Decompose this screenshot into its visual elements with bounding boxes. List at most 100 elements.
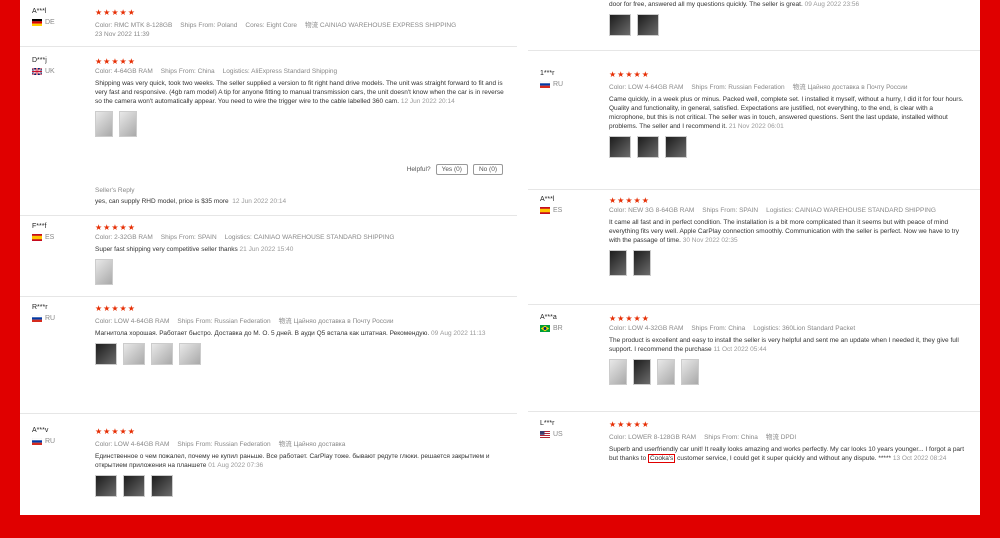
review-photos (95, 111, 505, 137)
star-rating: ★★★★★ (609, 70, 650, 79)
flag-es-icon (540, 207, 550, 214)
reviewer-name: A***l (540, 196, 555, 203)
reviews-panel: A***l DE ★★★★★ Color: RMC MTK 8-128GB Shi… (20, 0, 980, 515)
review-photos (95, 343, 505, 365)
review-meta: Color: LOW 4-64GB RAM Ships From: Russian… (95, 318, 394, 325)
reviewer-name: D***j (32, 57, 47, 64)
star-rating: ★★★★★ (95, 304, 136, 313)
seller-reply: Seller's Reply yes, can supply RHD model… (95, 187, 287, 205)
review-photo[interactable] (609, 14, 631, 36)
star-rating: ★★★★★ (95, 8, 136, 17)
review-text: Shipping was very quick, took two weeks.… (95, 80, 504, 105)
review-photo[interactable] (151, 343, 173, 365)
helpful-yes-button[interactable]: Yes (0) (435, 164, 468, 175)
review-photo[interactable] (95, 111, 113, 137)
flag-ru-icon (32, 315, 42, 322)
reviewer-country: ES (45, 234, 55, 241)
reviewer-country: ES (553, 207, 563, 214)
review-photo[interactable] (609, 359, 627, 385)
star-rating: ★★★★★ (95, 57, 136, 66)
review-photo[interactable] (633, 250, 651, 276)
review-photo[interactable] (95, 343, 117, 365)
review-item: R***r RU ★★★★★ Color: LOW 4-64GB RAM Ship… (20, 297, 517, 414)
review-photo[interactable] (95, 259, 113, 285)
review-photo[interactable] (95, 475, 117, 497)
review-item: F***f ES ★★★★★ Color: 2-32GB RAM Ships Fr… (20, 216, 517, 297)
review-item: A***v RU ★★★★★ Color: LOW 4-64GB RAM Ship… (20, 414, 517, 515)
star-rating: ★★★★★ (609, 196, 650, 205)
helpful-no-button[interactable]: No (0) (472, 164, 503, 175)
review-text: Superb and userfriendly car unit! It rea… (609, 446, 965, 463)
reviewer-country: RU (45, 438, 56, 445)
flag-ru-icon (540, 81, 550, 88)
review-photos (609, 250, 968, 276)
reviewer-country: DE (45, 19, 55, 26)
review-meta: Color: LOWER 8-128GB RAM Ships From: Chin… (609, 434, 797, 441)
review-text: It came all fast and in perfect conditio… (609, 219, 959, 244)
review-photo[interactable] (609, 136, 631, 158)
review-item: A***l DE ★★★★★ Color: RMC MTK 8-128GB Shi… (20, 0, 517, 47)
star-rating: ★★★★★ (95, 223, 136, 232)
review-meta: Color: LOW 4-32GB RAM Ships From: China Lo… (609, 325, 856, 332)
flag-br-icon (540, 325, 550, 332)
review-meta: Color: RMC MTK 8-128GB Ships From: Poland… (95, 22, 457, 29)
review-meta: Color: LOW 4-64GB RAM Ships From: Russian… (609, 84, 908, 91)
review-photo[interactable] (609, 250, 627, 276)
review-item: L***r US ★★★★★ Color: LOWER 8-128GB RAM S… (528, 412, 980, 515)
review-text: Super fast shipping very competitive sel… (95, 246, 294, 253)
review-photos (609, 14, 968, 36)
flag-de-icon (32, 19, 42, 26)
review-photo[interactable] (123, 475, 145, 497)
flag-uk-icon (32, 68, 42, 75)
reviewer-name: A***a (540, 314, 557, 321)
review-photo[interactable] (119, 111, 137, 137)
review-photo[interactable] (681, 359, 699, 385)
review-text: Came quickly, in a week plus or minus. P… (609, 96, 964, 130)
reviewer-name: A***v (32, 427, 49, 434)
reviewer-country: RU (45, 315, 56, 322)
review-item: D***j UK ★★★★★ Color: 4-64GB RAM Ships Fr… (20, 47, 517, 216)
review-text: Единственное о чем пожалел, почему не ку… (95, 453, 490, 469)
review-photo[interactable] (665, 136, 687, 158)
review-photos (609, 359, 968, 385)
reviewer-name: L***r (540, 420, 555, 427)
review-photo[interactable] (637, 136, 659, 158)
review-item: A***a BR ★★★★★ Color: LOW 4-32GB RAM Ship… (528, 305, 980, 412)
review-photos (95, 259, 505, 285)
review-text: Магнитола хорошая. Работает быстро. Дост… (95, 330, 486, 337)
reviewer-name: 1***r (540, 70, 555, 77)
review-photo[interactable] (637, 14, 659, 36)
star-rating: ★★★★★ (609, 420, 650, 429)
reviewer-country: US (553, 431, 563, 438)
review-photo[interactable] (633, 359, 651, 385)
flag-ru-icon (32, 438, 42, 445)
review-text: door for free, answered all my questions… (609, 1, 860, 8)
reviewer-country: RU (553, 81, 564, 88)
reviewer-name: R***r (32, 304, 48, 311)
flag-us-icon (540, 431, 550, 438)
reviewer-country: BR (553, 325, 563, 332)
review-date: 23 Nov 2022 11:39 (95, 31, 150, 38)
reviewer-country: UK (45, 68, 55, 75)
review-photos (609, 136, 968, 158)
review-photo[interactable] (657, 359, 675, 385)
review-meta: Color: 4-64GB RAM Ships From: China Logist… (95, 68, 338, 75)
flag-es-icon (32, 234, 42, 241)
reviewer-name: F***f (32, 223, 47, 230)
review-text: The product is excellent and easy to ins… (609, 337, 959, 353)
review-item: A***l ES ★★★★★ Color: NEW 3G 8-64GB RAM S… (528, 190, 980, 305)
review-meta: Color: LOW 4-64GB RAM Ships From: Russian… (95, 441, 346, 448)
review-meta: Color: NEW 3G 8-64GB RAM Ships From: SPAI… (609, 207, 936, 214)
reviewer-name: A***l (32, 8, 47, 15)
helpful-votes: Helpful? Yes (0) No (0) (407, 164, 503, 175)
highlighted-seller-name: Cooka's (648, 454, 676, 463)
review-photo[interactable] (151, 475, 173, 497)
review-photo[interactable] (179, 343, 201, 365)
review-item: door for free, answered all my questions… (528, 0, 980, 51)
star-rating: ★★★★★ (95, 427, 136, 436)
star-rating: ★★★★★ (609, 314, 650, 323)
review-item: 1***r RU ★★★★★ Color: LOW 4-64GB RAM Ship… (528, 62, 980, 190)
review-photos (95, 475, 505, 497)
review-photo[interactable] (123, 343, 145, 365)
review-meta: Color: 2-32GB RAM Ships From: SPAIN Logist… (95, 234, 395, 241)
